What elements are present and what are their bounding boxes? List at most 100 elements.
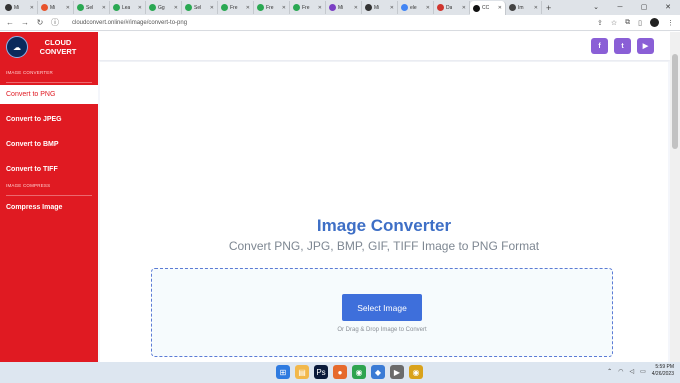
browser-tab[interactable]: Mi ✕ (362, 1, 398, 14)
tab-favicon-icon (185, 4, 192, 11)
tab-favicon-icon (473, 4, 480, 12)
tab-title: ele (410, 4, 417, 11)
battery-icon[interactable]: ▭ (640, 368, 646, 375)
browser-tab[interactable]: Lea ✕ (110, 1, 146, 14)
page-subtitle: Convert PNG, JPG, BMP, GIF, TIFF Image t… (228, 239, 540, 253)
tab-favicon-icon (113, 4, 120, 11)
tab-favicon-icon (509, 4, 516, 11)
tab-close-icon[interactable]: ✕ (66, 5, 70, 11)
tab-title: Lea (122, 4, 131, 11)
minimize-icon[interactable]: ─ (608, 0, 632, 15)
browser-tab[interactable]: Mi ✕ (2, 1, 38, 14)
section-label-image-compress: IMAGE COMPRESS (6, 183, 51, 188)
page-title: Image Converter (316, 216, 452, 235)
browser-tab[interactable]: Mi ✕ (38, 1, 74, 14)
tab-close-icon[interactable]: ✕ (534, 5, 538, 11)
browser-tab[interactable]: Fre ✕ (290, 1, 326, 14)
firefox-icon[interactable]: ● (333, 365, 347, 379)
tab-close-icon[interactable]: ✕ (30, 5, 34, 11)
tab-favicon-icon (437, 4, 444, 11)
clock[interactable]: 5:59 PM 4/26/2023 (652, 364, 674, 378)
sidepanel-icon[interactable]: ▯ (638, 19, 642, 27)
tab-close-icon[interactable]: ✕ (318, 5, 322, 11)
tab-close-icon[interactable]: ✕ (138, 5, 142, 11)
bookmark-star-icon[interactable]: ☆ (611, 19, 617, 27)
tab-close-icon[interactable]: ✕ (282, 5, 286, 11)
file-explorer-icon[interactable]: ▤ (295, 365, 309, 379)
tab-search-icon[interactable]: ⌄ (584, 0, 608, 15)
taskbar: ⊞ ▤ Ps ● ◉ ◆ ▶ ◉ ⌃ ◠ ◁ ▭ 5:59 PM 4/26/20… (0, 362, 680, 383)
drop-zone[interactable]: Select Image Or Drag & Drop Image to Con… (151, 268, 613, 357)
url-field[interactable]: cloudconvert.online/#/image/convert-to-p… (72, 20, 187, 26)
browser-tab[interactable]: ele ✕ (398, 1, 434, 14)
brand-name: CLOUD CONVERT (39, 38, 77, 56)
app-icon[interactable]: ◆ (371, 365, 385, 379)
tab-title: Fre (266, 4, 274, 11)
sidebar-item-convert-to-tiff[interactable]: Convert to TIFF (0, 160, 98, 179)
tab-close-icon[interactable]: ✕ (102, 5, 106, 11)
wifi-icon[interactable]: ◠ (618, 368, 623, 375)
clock-date: 4/26/2023 (651, 371, 674, 377)
browser-tab[interactable]: Sel ✕ (74, 1, 110, 14)
photoshop-icon[interactable]: Ps (314, 365, 328, 379)
window-controls: ⌄ ─ ▢ ✕ (584, 0, 680, 15)
site-info-icon[interactable]: ⓘ (51, 17, 59, 28)
close-icon[interactable]: ✕ (656, 0, 680, 15)
tab-close-icon[interactable]: ✕ (498, 5, 502, 11)
tab-title: Gg (158, 4, 165, 11)
share-icon[interactable]: ⇪ (597, 19, 603, 27)
browser-tab[interactable]: Sel ✕ (182, 1, 218, 14)
browser-tab[interactable]: Fre ✕ (218, 1, 254, 14)
chrome-icon[interactable]: ◉ (352, 365, 366, 379)
forward-icon[interactable]: → (21, 18, 29, 27)
tray-chevron-icon[interactable]: ⌃ (607, 368, 612, 375)
tab-title: Sel (194, 4, 202, 11)
tab-favicon-icon (41, 4, 48, 11)
twitter-icon[interactable]: t (614, 38, 631, 54)
scroll-thumb[interactable] (672, 54, 678, 149)
media-player-icon[interactable]: ▶ (390, 365, 404, 379)
menu-icon[interactable]: ⋮ (667, 19, 674, 27)
tab-close-icon[interactable]: ✕ (210, 5, 214, 11)
back-icon[interactable]: ← (6, 18, 14, 27)
browser-tab[interactable]: Im ✕ (506, 1, 542, 14)
new-tab-button[interactable]: + (546, 3, 551, 13)
brand-row[interactable]: ☁ CLOUD CONVERT (0, 32, 98, 62)
sidebar-item-convert-to-png[interactable]: Convert to PNG (0, 85, 98, 104)
reload-icon[interactable]: ↻ (36, 18, 44, 27)
tab-close-icon[interactable]: ✕ (426, 5, 430, 11)
maximize-icon[interactable]: ▢ (632, 0, 656, 15)
facebook-icon[interactable]: f (591, 38, 608, 54)
tab-close-icon[interactable]: ✕ (174, 5, 178, 11)
browser-tab[interactable]: Gg ✕ (146, 1, 182, 14)
page-scrollbar[interactable] (670, 32, 680, 362)
top-bar: f t ▶ (98, 32, 670, 60)
browser-tab[interactable]: Fre ✕ (254, 1, 290, 14)
tab-close-icon[interactable]: ✕ (390, 5, 394, 11)
volume-icon[interactable]: ◁ (629, 368, 634, 375)
tab-favicon-icon (329, 4, 336, 11)
tab-title: CC (482, 5, 490, 11)
sidebar-item-compress-image[interactable]: Compress Image (0, 198, 98, 217)
browser-tab-active[interactable]: CC ✕ (470, 1, 506, 15)
profile-avatar[interactable] (650, 18, 659, 27)
tab-close-icon[interactable]: ✕ (354, 5, 358, 11)
tab-title: Da (446, 4, 453, 11)
tab-title: Mi (14, 4, 20, 11)
chrome-alt-icon[interactable]: ◉ (409, 365, 423, 379)
browser-tab[interactable]: Mi ✕ (326, 1, 362, 14)
tab-favicon-icon (221, 4, 228, 11)
sidebar-item-convert-to-bmp[interactable]: Convert to BMP (0, 135, 98, 154)
tab-close-icon[interactable]: ✕ (462, 5, 466, 11)
sidebar-item-convert-to-jpeg[interactable]: Convert to JPEG (0, 110, 98, 129)
browser-tab-bar: Mi ✕ Mi ✕ Sel ✕ Lea ✕ Gg ✕ Sel ✕ Fre ✕ Fre ✕ Fre… (0, 0, 680, 15)
tab-close-icon[interactable]: ✕ (246, 5, 250, 11)
extensions-icon[interactable]: ⧉ (625, 19, 630, 27)
browser-tab[interactable]: Da ✕ (434, 1, 470, 14)
youtube-icon[interactable]: ▶ (637, 38, 654, 54)
address-bar: ← → ↻ ⓘ cloudconvert.online/#/image/conv… (0, 15, 680, 31)
windows-start-icon[interactable]: ⊞ (276, 365, 290, 379)
select-image-button[interactable]: Select Image (342, 294, 422, 321)
tab-title: Fre (302, 4, 310, 11)
logo-icon: ☁ (6, 36, 28, 58)
